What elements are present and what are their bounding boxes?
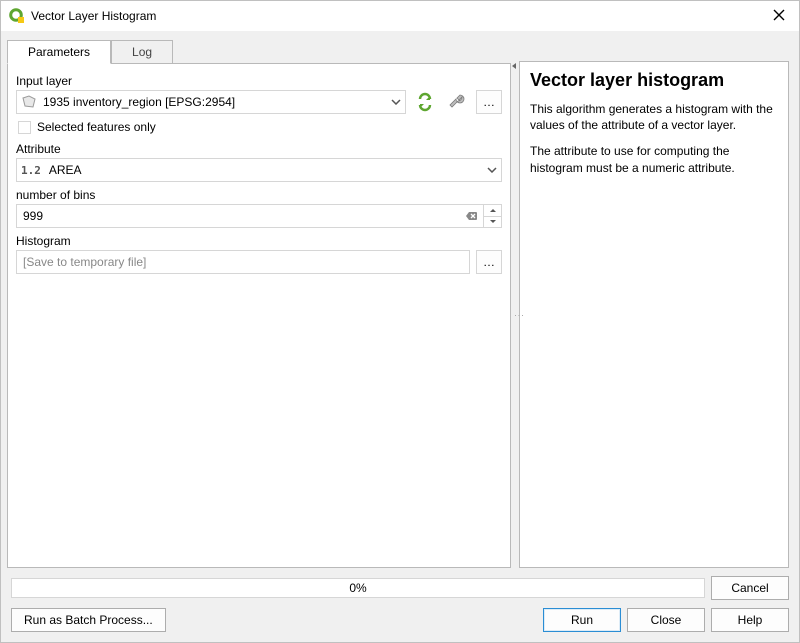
label-attribute: Attribute <box>16 142 502 156</box>
label-input-layer: Input layer <box>16 74 502 88</box>
help-pane: ⋮ Vector layer histogram This algorithm … <box>515 35 795 570</box>
triangle-down-icon <box>489 219 497 224</box>
wrench-icon <box>447 92 467 112</box>
histogram-output-input[interactable] <box>16 250 470 274</box>
close-button[interactable]: Close <box>627 608 705 632</box>
input-layer-row: 1935 inventory_region [EPSG:2954] <box>16 90 502 114</box>
bins-row <box>16 204 502 228</box>
numeric-field-icon: 1.2 <box>21 164 41 177</box>
window-close-button[interactable] <box>767 4 791 28</box>
input-layer-combo[interactable]: 1935 inventory_region [EPSG:2954] <box>16 90 406 114</box>
polygon-layer-icon <box>21 95 37 109</box>
bins-spinbox <box>16 204 502 228</box>
parameters-panel: Input layer 1935 inventory_region [EPSG:… <box>7 63 511 568</box>
histogram-row: … <box>16 250 502 274</box>
advanced-options-button[interactable] <box>444 90 470 114</box>
browse-input-button[interactable]: … <box>476 90 502 114</box>
triangle-left-icon <box>510 62 518 70</box>
run-batch-button[interactable]: Run as Batch Process... <box>11 608 166 632</box>
bins-step-up[interactable] <box>484 205 501 217</box>
upper-area: Parameters Log Input layer 19 <box>5 35 795 570</box>
ellipsis-icon: … <box>483 95 495 109</box>
selected-features-checkbox[interactable] <box>18 121 31 134</box>
qgis-logo-icon <box>9 8 25 24</box>
clear-icon <box>466 210 478 222</box>
ellipsis-icon: … <box>483 255 495 269</box>
chevron-down-icon <box>487 167 497 173</box>
tab-parameters[interactable]: Parameters <box>7 40 111 64</box>
selected-features-row: Selected features only <box>18 120 502 134</box>
collapse-handle[interactable] <box>510 62 518 73</box>
attribute-value: AREA <box>49 163 82 177</box>
label-bins: number of bins <box>16 188 502 202</box>
progress-row: 0% Cancel <box>5 570 795 602</box>
attribute-combo[interactable]: 1.2 AREA <box>16 158 502 182</box>
progress-text: 0% <box>349 581 366 595</box>
help-panel: ⋮ Vector layer histogram This algorithm … <box>519 61 789 568</box>
dialog-window: Vector Layer Histogram Parameters Log In… <box>0 0 800 643</box>
cancel-button[interactable]: Cancel <box>711 576 789 600</box>
input-layer-value: 1935 inventory_region [EPSG:2954] <box>43 95 235 109</box>
bins-input[interactable] <box>17 205 461 227</box>
help-button[interactable]: Help <box>711 608 789 632</box>
button-row: Run as Batch Process... Run Close Help <box>5 602 795 638</box>
triangle-up-icon <box>489 208 497 213</box>
iterate-button[interactable] <box>412 90 438 114</box>
tab-bar: Parameters Log <box>5 35 513 63</box>
window-title: Vector Layer Histogram <box>31 9 761 23</box>
run-button[interactable]: Run <box>543 608 621 632</box>
dialog-body: Parameters Log Input layer 19 <box>1 31 799 642</box>
help-title: Vector layer histogram <box>530 70 778 91</box>
help-paragraph-2: The attribute to use for computing the h… <box>530 143 778 175</box>
titlebar: Vector Layer Histogram <box>1 1 799 31</box>
bins-step-down[interactable] <box>484 217 501 228</box>
browse-output-button[interactable]: … <box>476 250 502 274</box>
bins-spin-buttons <box>483 205 501 227</box>
help-paragraph-1: This algorithm generates a histogram wit… <box>530 101 778 133</box>
close-icon <box>773 9 785 21</box>
parameters-pane: Parameters Log Input layer 19 <box>5 35 513 570</box>
selected-features-label: Selected features only <box>37 120 156 134</box>
progress-bar: 0% <box>11 578 705 598</box>
tab-log[interactable]: Log <box>111 40 173 64</box>
bins-clear-button[interactable] <box>461 205 483 227</box>
label-histogram: Histogram <box>16 234 502 248</box>
attribute-row: 1.2 AREA <box>16 158 502 182</box>
iterate-icon <box>415 92 435 112</box>
chevron-down-icon <box>391 99 401 105</box>
splitter-handle[interactable]: ⋮ <box>513 310 524 319</box>
